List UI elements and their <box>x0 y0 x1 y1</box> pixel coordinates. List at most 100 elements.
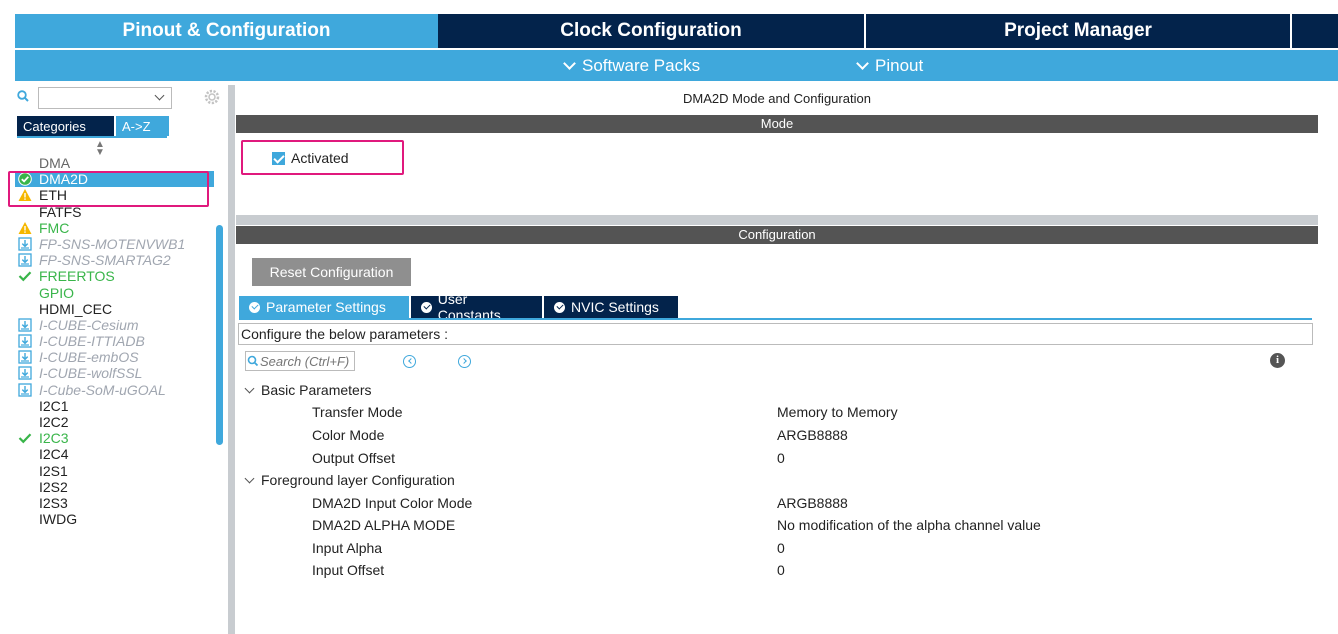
list-item-i-cube-wolfssl[interactable]: I-CUBE-wolfSSL <box>15 365 215 381</box>
list-item-label: I-Cube-SoM-uGOAL <box>39 381 166 398</box>
search-combo[interactable] <box>38 87 172 109</box>
list-item-i-cube-ittiadb[interactable]: I-CUBE-ITTIADB <box>15 333 215 349</box>
list-item-freertos[interactable]: FREERTOS <box>15 268 215 284</box>
software-pack-icon <box>18 318 32 332</box>
param-name: Input Offset <box>312 562 385 578</box>
highlight-box-dma2d <box>8 171 209 207</box>
group-basic-parameters[interactable]: Basic Parameters <box>244 382 371 398</box>
list-item-i-cube-som-ugoal[interactable]: I-Cube-SoM-uGOAL <box>15 382 215 398</box>
tab-a-z[interactable]: A->Z <box>116 116 169 136</box>
list-item-label: I2C4 <box>39 446 69 463</box>
param-value[interactable]: ARGB8888 <box>777 495 848 511</box>
sub-menu-bar: Software Packs Pinout <box>15 50 1338 81</box>
list-item-fp-sns-motenvwb1[interactable]: FP-SNS-MOTENVWB1 <box>15 236 215 252</box>
list-item-i2s2[interactable]: I2S2 <box>15 479 215 495</box>
param-value[interactable]: No modification of the alpha channel val… <box>777 517 1041 533</box>
list-item-label: HDMI_CEC <box>39 300 113 317</box>
tab-pinout-configuration[interactable]: Pinout & Configuration <box>15 14 438 48</box>
left-search-row <box>15 87 225 109</box>
check-circle-icon <box>554 301 565 313</box>
list-item-i2s3[interactable]: I2S3 <box>15 495 215 511</box>
software-pack-icon <box>18 237 32 251</box>
list-item-i2s1[interactable]: I2S1 <box>15 463 215 479</box>
tab-tools[interactable] <box>1290 14 1338 48</box>
check-circle-icon <box>421 301 432 313</box>
param-value[interactable]: 0 <box>777 540 785 556</box>
param-value[interactable]: 0 <box>777 562 785 578</box>
list-item-hdmi-cec[interactable]: HDMI_CEC <box>15 301 215 317</box>
group-foreground-layer[interactable]: Foreground layer Configuration <box>244 472 455 488</box>
chevron-down-icon <box>563 56 576 70</box>
list-item-fmc[interactable]: FMC <box>15 220 215 236</box>
list-item-label: DMA <box>39 155 71 171</box>
reset-configuration-button[interactable]: Reset Configuration <box>252 258 411 286</box>
param-tab-underline <box>239 318 1312 320</box>
highlight-box-activated <box>241 140 404 175</box>
vertical-splitter[interactable] <box>228 85 235 634</box>
top-tab-bar: Pinout & Configuration Clock Configurati… <box>15 14 1338 48</box>
list-item-i2c1[interactable]: I2C1 <box>15 398 215 414</box>
list-item-gpio[interactable]: GPIO <box>15 285 215 301</box>
list-item-label: I-CUBE-embOS <box>39 349 139 366</box>
tab-parameter-settings-label: Parameter Settings <box>266 299 386 315</box>
configuration-section-bar: Configuration <box>236 226 1318 244</box>
search-icon <box>17 90 29 102</box>
software-pack-icon <box>18 334 32 348</box>
tab-clock-configuration[interactable]: Clock Configuration <box>438 14 864 48</box>
list-item-dma[interactable]: DMA <box>15 155 215 171</box>
param-value[interactable]: ARGB8888 <box>777 427 848 443</box>
tab-parameter-settings[interactable]: Parameter Settings <box>239 296 409 318</box>
software-pack-icon <box>18 253 32 267</box>
list-item-label: IWDG <box>39 511 78 528</box>
page-title: DMA2D Mode and Configuration <box>683 91 871 106</box>
pinout-label: Pinout <box>875 56 924 75</box>
list-item-fp-sns-smartag2[interactable]: FP-SNS-SMARTAG2 <box>15 252 215 268</box>
list-item-label: I-CUBE-wolfSSL <box>39 365 143 382</box>
list-item-label: FMC <box>39 219 70 236</box>
group-foreground-title: Foreground layer Configuration <box>261 472 455 488</box>
tab-categories[interactable]: Categories <box>17 116 114 136</box>
info-icon[interactable]: i <box>1270 353 1285 368</box>
list-item-i2c3[interactable]: I2C3 <box>15 430 215 446</box>
horizontal-splitter[interactable] <box>236 215 1318 225</box>
parameter-search-input[interactable] <box>260 352 354 370</box>
parameter-search-field[interactable] <box>245 351 355 371</box>
warning-icon <box>18 221 32 234</box>
next-match-button[interactable] <box>458 355 471 368</box>
param-value[interactable]: 0 <box>777 450 785 466</box>
chevron-right-icon <box>460 358 467 364</box>
check-circle-icon <box>249 301 260 313</box>
param-value[interactable]: Memory to Memory <box>777 404 898 420</box>
list-item-i-cube-embos[interactable]: I-CUBE-embOS <box>15 349 215 365</box>
check-icon <box>18 271 32 282</box>
left-scrollbar-thumb[interactable] <box>216 225 223 445</box>
list-item-label: GPIO <box>39 284 75 301</box>
list-item-label: I2S3 <box>39 494 68 511</box>
list-item-i2c4[interactable]: I2C4 <box>15 446 215 462</box>
mode-section-bar: Mode <box>236 115 1318 133</box>
list-item-i-cube-cesium[interactable]: I-CUBE-Cesium <box>15 317 215 333</box>
chevron-down-icon <box>154 90 165 101</box>
software-packs-menu[interactable]: Software Packs <box>563 56 700 76</box>
gear-icon[interactable] <box>203 88 221 106</box>
search-icon <box>247 355 259 367</box>
software-pack-icon <box>18 350 32 364</box>
param-name: DMA2D Input Color Mode <box>312 495 473 511</box>
peripheral-list: DMA DMA2D ETH FATFS FMC FP-SNS-MOTENVWB1 FP-SN… <box>15 155 215 527</box>
tab-nvic-settings[interactable]: NVIC Settings <box>544 296 678 318</box>
tab-user-constants[interactable]: User Constants <box>411 291 542 323</box>
tab-nvic-settings-label: NVIC Settings <box>571 299 659 315</box>
previous-match-button[interactable] <box>403 355 416 368</box>
check-icon <box>18 433 32 444</box>
tab-project-manager[interactable]: Project Manager <box>864 14 1290 48</box>
list-item-iwdg[interactable]: IWDG <box>15 511 215 527</box>
configure-parameters-label: Configure the below parameters : <box>238 323 1313 345</box>
parameter-tabs: Parameter Settings User Constants NVIC S… <box>239 291 680 323</box>
param-name: Transfer Mode <box>312 404 403 420</box>
tab-underline <box>17 136 167 138</box>
list-item-label: FP-SNS-MOTENVWB1 <box>39 235 186 252</box>
list-item-i2c2[interactable]: I2C2 <box>15 414 215 430</box>
list-item-label: I2C1 <box>39 397 69 414</box>
pinout-menu[interactable]: Pinout <box>856 56 924 76</box>
list-item-label: I-CUBE-ITTIADB <box>39 333 145 350</box>
